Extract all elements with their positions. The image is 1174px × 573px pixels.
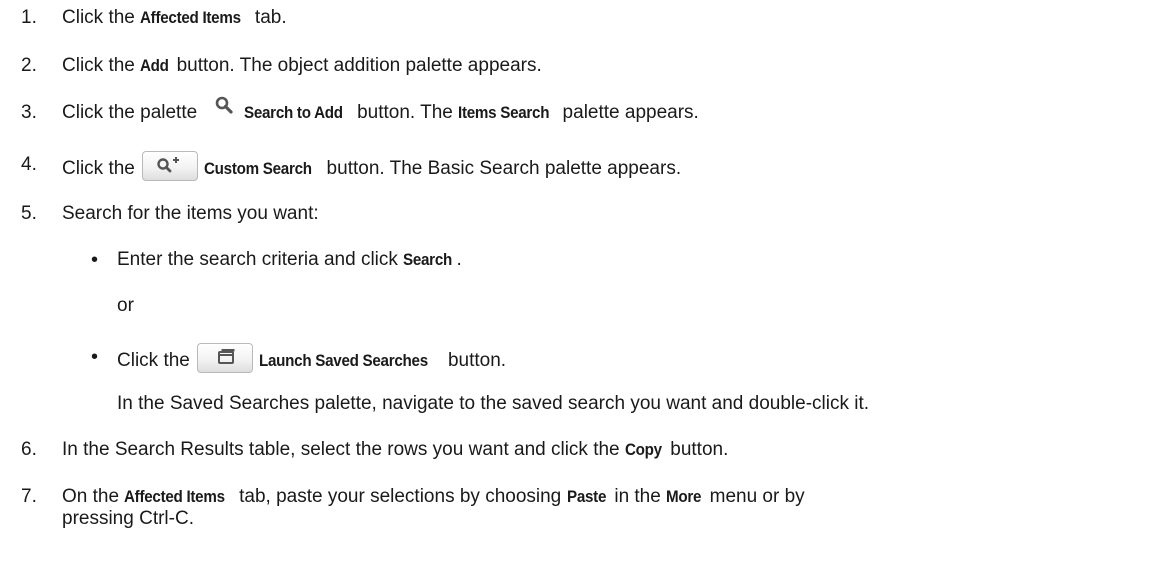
sub-step-text: Click the Launch Saved Searches button. bbox=[117, 343, 506, 376]
ui-term-add: Add bbox=[140, 57, 169, 75]
magnifier-plus-icon bbox=[157, 157, 180, 173]
folder-window-icon bbox=[218, 349, 235, 364]
ui-term-paste: Paste bbox=[566, 488, 606, 506]
step-text: Click the palette Search to Add button. … bbox=[62, 96, 699, 124]
sub-step-text: Enter the search criteria and click Sear… bbox=[117, 249, 462, 270]
custom-search-button-image bbox=[142, 151, 199, 181]
bullet: • bbox=[91, 346, 99, 368]
ui-term-items-search: Items Search bbox=[458, 104, 550, 122]
ui-term-affected-items: Affected Items bbox=[140, 9, 241, 27]
ui-term-affected-items: Affected Items bbox=[124, 488, 226, 506]
ui-term-search-to-add: Search to Add bbox=[244, 104, 344, 122]
ui-term-copy: Copy bbox=[624, 441, 662, 459]
step-text: Click the Add button. The object additio… bbox=[62, 55, 542, 76]
step-number: 6. bbox=[21, 439, 37, 460]
saved-searches-button-image bbox=[197, 343, 254, 373]
ui-term-custom-search: Custom Search bbox=[204, 160, 312, 179]
step-number: 2. bbox=[21, 55, 37, 76]
step-text: Search for the items you want: bbox=[62, 203, 319, 224]
ui-term-more: More bbox=[666, 488, 702, 506]
step-number: 3. bbox=[21, 102, 37, 123]
step-number: 1. bbox=[21, 7, 37, 28]
ui-term-launch-saved-searches: Launch Saved Searches bbox=[259, 352, 429, 371]
step-text: Click the Affected Items tab. bbox=[62, 7, 287, 28]
step-number: 4. bbox=[21, 154, 37, 175]
instruction-list: 1. Click the Affected Items tab. 2. Clic… bbox=[21, 7, 870, 529]
step-number: 5. bbox=[21, 203, 37, 224]
magnifier-icon bbox=[214, 95, 234, 115]
step-text: In the Search Results table, select the … bbox=[62, 439, 729, 460]
step-text: On the Affected Items tab, paste your se… bbox=[62, 486, 805, 507]
step-text: Click the Custom Search button. The Basi… bbox=[62, 151, 681, 184]
step-number: 7. bbox=[21, 486, 37, 507]
bullet: • bbox=[91, 249, 99, 271]
ui-term-search: Search bbox=[403, 251, 453, 269]
